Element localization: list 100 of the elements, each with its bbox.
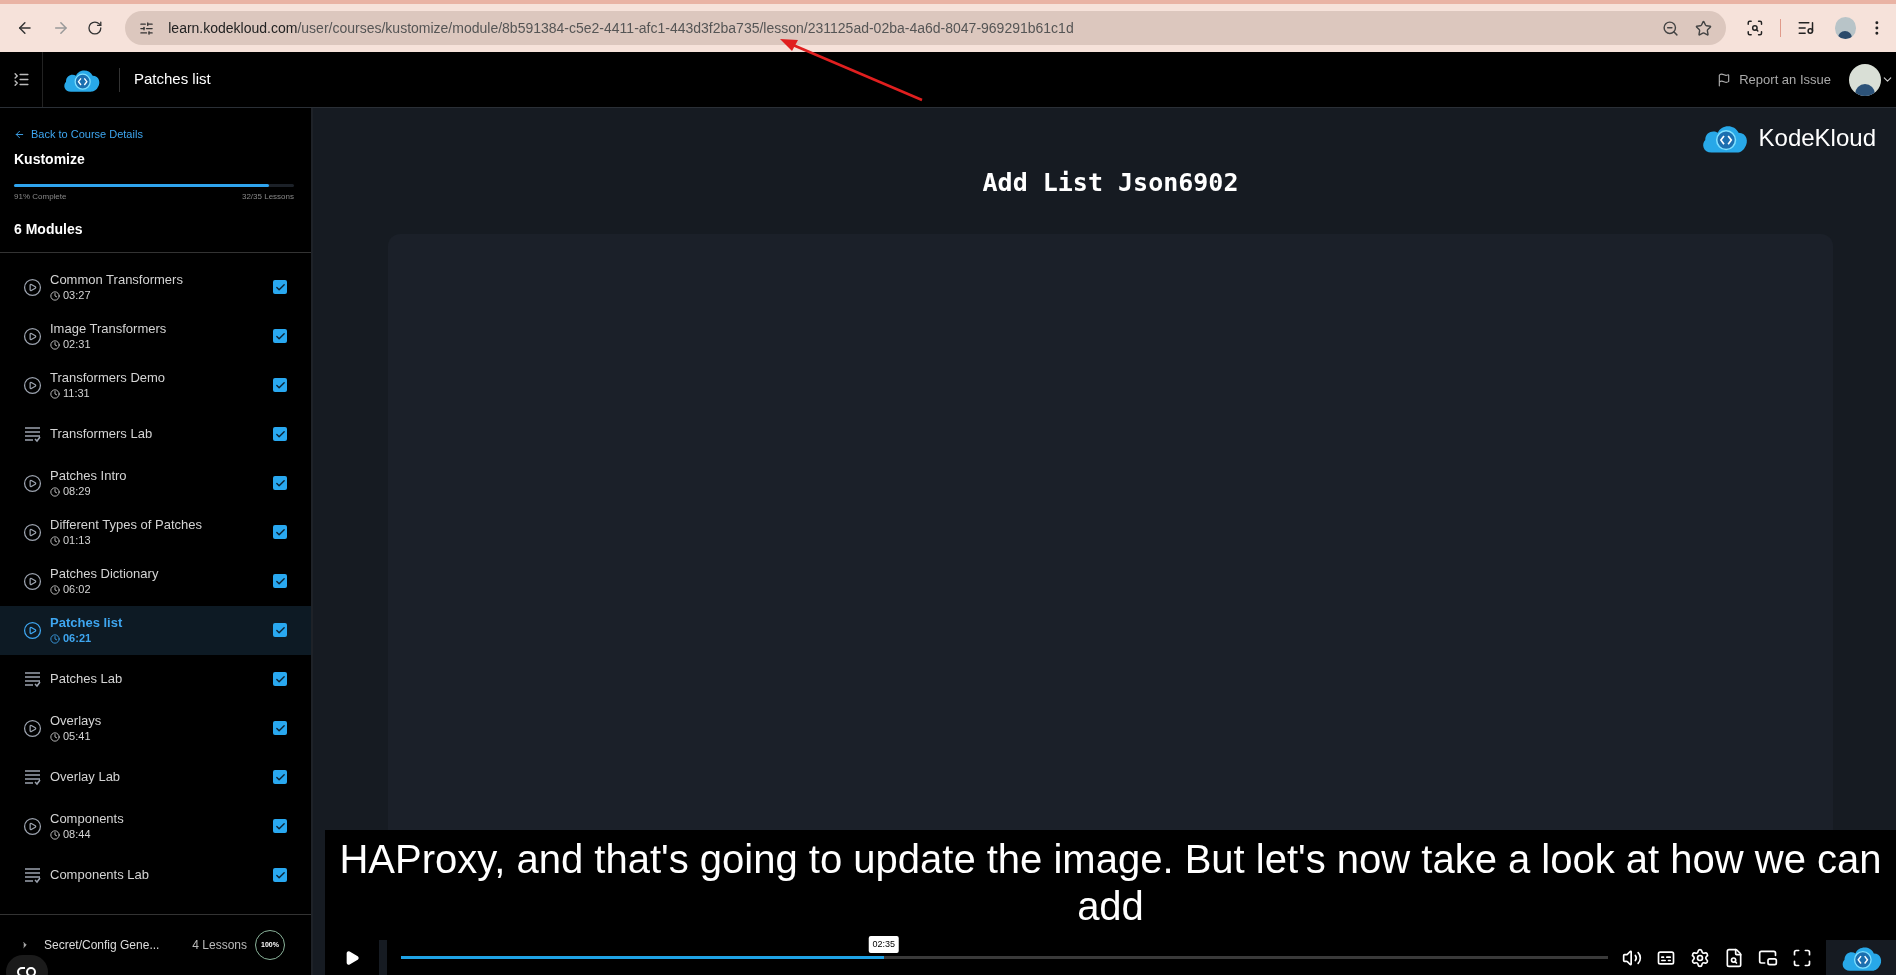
flag-icon bbox=[1717, 72, 1732, 87]
back-icon[interactable] bbox=[16, 19, 34, 37]
play-circle-icon bbox=[22, 816, 42, 836]
media-control-icon[interactable] bbox=[1796, 19, 1815, 37]
completed-checkbox[interactable] bbox=[273, 378, 287, 392]
check-icon bbox=[274, 575, 286, 587]
clock-icon bbox=[50, 633, 60, 644]
clock-icon bbox=[50, 290, 60, 301]
check-icon bbox=[274, 624, 286, 636]
play-circle-icon bbox=[22, 473, 42, 493]
module-title: Secret/Config Gene... bbox=[44, 937, 160, 954]
lens-icon[interactable] bbox=[1746, 19, 1764, 37]
modules-heading: 6 Modules bbox=[14, 219, 84, 239]
lesson-item[interactable]: Image Transformers 02:31 bbox=[0, 311, 311, 361]
clock-icon bbox=[50, 731, 60, 742]
percent-complete: 91% Complete bbox=[14, 190, 67, 203]
completed-checkbox[interactable] bbox=[273, 770, 287, 784]
lesson-title: Patches Lab bbox=[50, 671, 124, 687]
sidebar-toggle-icon[interactable] bbox=[12, 71, 30, 88]
completed-checkbox[interactable] bbox=[273, 476, 287, 490]
lesson-title: Overlays bbox=[50, 713, 103, 729]
lesson-title: Transformers Demo bbox=[50, 370, 167, 386]
lesson-duration: 02:31 bbox=[63, 338, 91, 351]
back-link[interactable]: Back to Course Details bbox=[14, 126, 297, 143]
check-icon bbox=[274, 722, 286, 734]
lesson-item[interactable]: Different Types of Patches 01:13 bbox=[0, 507, 311, 557]
play-circle-icon bbox=[22, 620, 42, 640]
check-icon bbox=[274, 673, 286, 685]
lesson-item[interactable]: Components Lab bbox=[0, 850, 311, 900]
lesson-item[interactable]: Transformers Lab bbox=[0, 409, 311, 459]
play-circle-icon bbox=[22, 375, 42, 395]
completed-checkbox[interactable] bbox=[273, 672, 287, 686]
lesson-duration: 06:21 bbox=[63, 632, 92, 645]
clock-icon bbox=[50, 486, 60, 497]
lesson-title: Common Transformers bbox=[50, 272, 184, 288]
lesson-item[interactable]: Components 08:44 bbox=[0, 801, 311, 851]
checklist-icon bbox=[23, 425, 41, 443]
expand-icon bbox=[20, 940, 30, 950]
lesson-title: Transformers Lab bbox=[50, 426, 154, 442]
checklist-icon bbox=[23, 768, 41, 786]
reload-icon[interactable] bbox=[87, 20, 104, 36]
fullscreen-icon[interactable] bbox=[1792, 947, 1812, 968]
check-icon bbox=[274, 330, 286, 342]
lesson-item[interactable]: Common Transformers 03:27 bbox=[0, 262, 311, 312]
lesson-duration: 03:27 bbox=[63, 289, 91, 302]
completed-checkbox[interactable] bbox=[273, 721, 287, 735]
arrow-left-icon bbox=[14, 128, 25, 140]
lesson-duration: 05:41 bbox=[63, 730, 91, 743]
slide-title: Add List Json6902 bbox=[982, 167, 1239, 199]
url-text: learn.kodekloud.com/user/courses/kustomize/module/8b591384-c5e2-4411-afc1-443d3f2ba735/lesson/231125ad-02ba-4a6d-8047-969291b61c1d bbox=[168, 18, 1074, 38]
transcript-icon[interactable] bbox=[1724, 947, 1744, 968]
lesson-item[interactable]: Overlay Lab bbox=[0, 752, 311, 802]
lesson-item[interactable]: Patches Dictionary 06:02 bbox=[0, 556, 311, 606]
checklist-icon bbox=[23, 670, 41, 688]
site-settings-icon[interactable] bbox=[139, 20, 155, 36]
play-circle-icon bbox=[22, 326, 42, 346]
volume-icon[interactable] bbox=[1622, 947, 1642, 968]
lesson-count: 32/35 Lessons bbox=[241, 190, 294, 203]
user-avatar[interactable] bbox=[1849, 63, 1881, 96]
lesson-title: Overlay Lab bbox=[50, 769, 122, 785]
report-issue-link[interactable]: Report an Issue bbox=[1717, 69, 1831, 90]
check-icon bbox=[274, 869, 286, 881]
completed-checkbox[interactable] bbox=[273, 574, 287, 588]
module-lesson-count: 4 Lessons bbox=[192, 937, 247, 954]
play-icon bbox=[344, 949, 360, 966]
check-icon bbox=[274, 477, 286, 489]
play-circle-icon bbox=[22, 277, 42, 297]
completed-checkbox[interactable] bbox=[273, 280, 287, 294]
check-icon bbox=[274, 281, 286, 293]
completed-checkbox[interactable] bbox=[273, 329, 287, 343]
play-circle-icon bbox=[22, 522, 42, 542]
clock-icon bbox=[50, 584, 60, 595]
address-bar[interactable]: learn.kodekloud.com/user/courses/kustomize/module/8b591384-c5e2-4411-afc1-443d3f2ba735/lesson/231125ad-02ba-4a6d-8047-969291b61c1d bbox=[125, 11, 1727, 45]
lesson-item[interactable]: Patches Intro 08:29 bbox=[0, 458, 311, 508]
play-button[interactable] bbox=[325, 940, 379, 975]
completed-checkbox[interactable] bbox=[273, 427, 287, 441]
lesson-title: Patches Dictionary bbox=[50, 566, 160, 582]
completed-checkbox[interactable] bbox=[273, 868, 287, 882]
lesson-item[interactable]: Patches Lab bbox=[0, 654, 311, 704]
profile-avatar[interactable] bbox=[1834, 17, 1857, 39]
lesson-item[interactable]: Overlays 05:41 bbox=[0, 703, 311, 753]
lesson-title: Patches list bbox=[50, 615, 124, 631]
clock-icon bbox=[50, 388, 60, 399]
check-icon bbox=[274, 820, 286, 832]
completed-checkbox[interactable] bbox=[273, 819, 287, 833]
lesson-item[interactable]: Patches list 06:21 bbox=[0, 605, 311, 655]
bookmark-star-icon[interactable] bbox=[1695, 19, 1713, 37]
completed-checkbox[interactable] bbox=[273, 525, 287, 539]
lesson-item[interactable]: Transformers Demo 11:31 bbox=[0, 360, 311, 410]
lesson-title: Different Types of Patches bbox=[50, 517, 203, 533]
completed-checkbox[interactable] bbox=[273, 623, 287, 637]
zoom-out-icon[interactable] bbox=[1662, 19, 1680, 37]
lesson-duration: 06:02 bbox=[63, 583, 91, 596]
lesson-duration: 08:29 bbox=[63, 485, 91, 498]
caption-text: HAProxy, and that's going to update the image. But let's now take a look at how we can add bbox=[325, 830, 1896, 940]
course-title: Kustomize bbox=[14, 149, 86, 169]
clock-icon bbox=[50, 535, 60, 546]
settings-icon[interactable] bbox=[1690, 947, 1710, 968]
clock-icon bbox=[50, 339, 60, 350]
check-icon bbox=[274, 526, 286, 538]
